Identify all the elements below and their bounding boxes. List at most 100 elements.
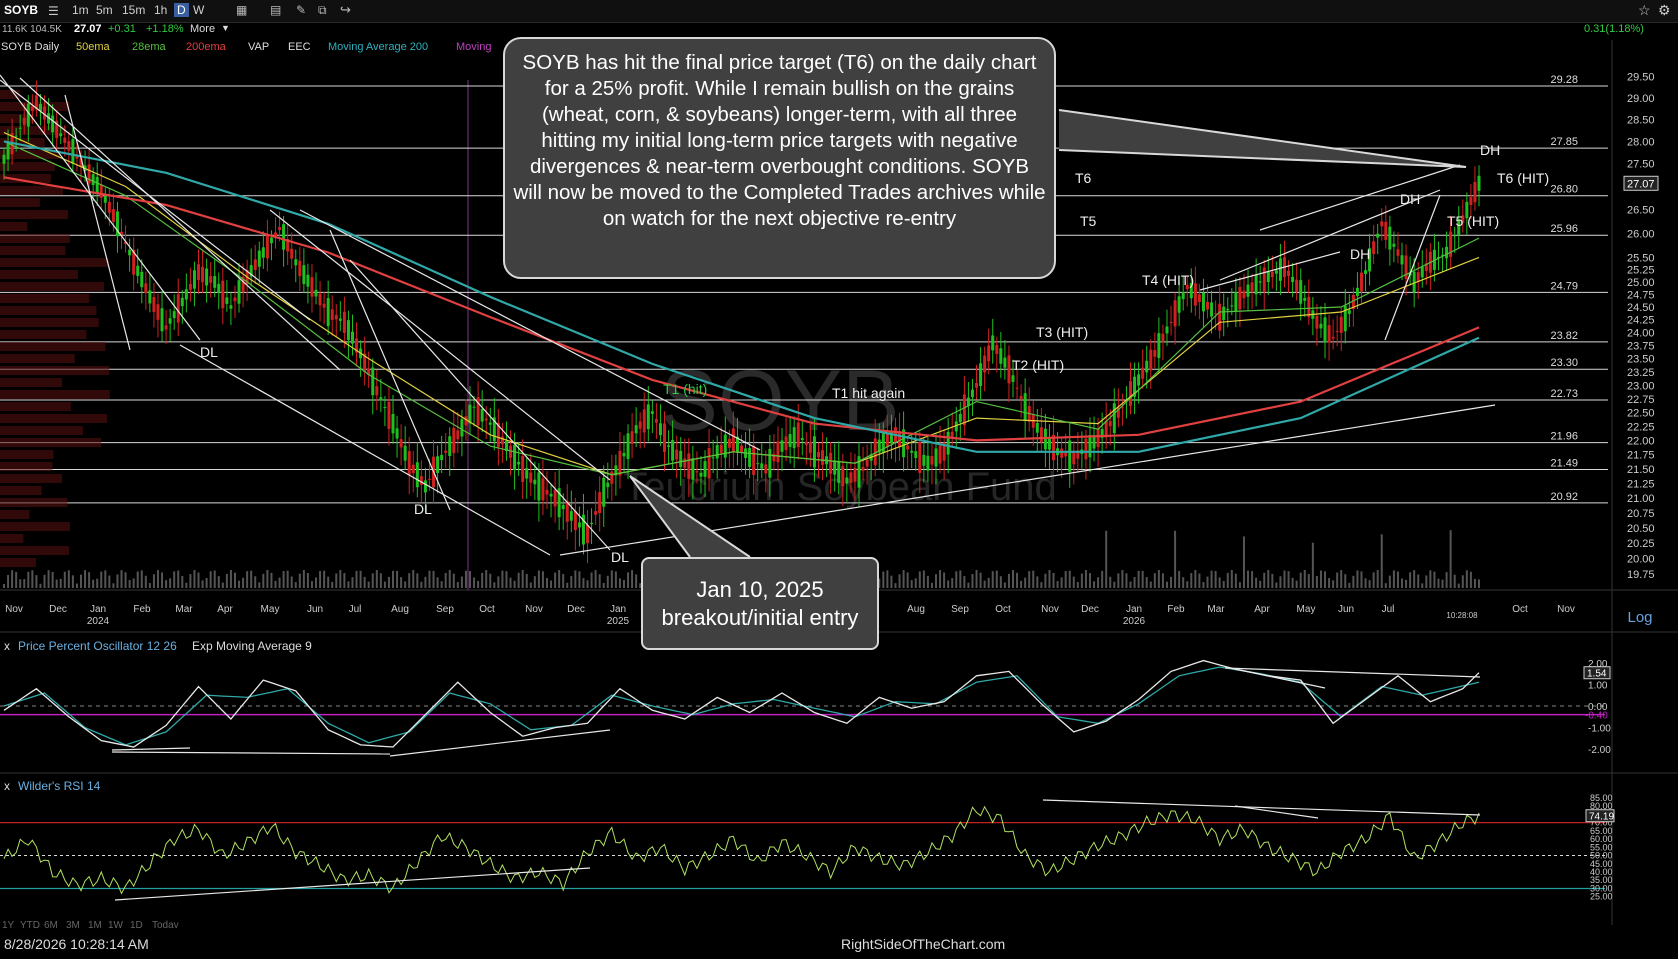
price-bar xyxy=(1201,292,1205,312)
x-tick-label: 2024 xyxy=(87,616,110,627)
footer-site: RightSideOfTheChart.com xyxy=(841,936,1006,952)
price-bar xyxy=(14,135,18,137)
volume-bar xyxy=(979,572,982,588)
volume-bar xyxy=(1036,576,1039,588)
price-bar xyxy=(618,450,622,476)
volume-bar xyxy=(525,573,528,588)
volume-bar xyxy=(598,574,601,588)
volume-bar xyxy=(1113,581,1116,588)
volume-bar xyxy=(1170,576,1173,588)
volume-bar xyxy=(205,578,208,588)
price-bar xyxy=(513,445,517,471)
price-bar xyxy=(561,504,565,510)
volume-bar xyxy=(266,570,269,588)
price-bar xyxy=(500,436,504,445)
volume-bar xyxy=(1287,571,1290,588)
price-bar xyxy=(1230,305,1234,307)
volume-bar xyxy=(412,570,415,588)
volume-bar xyxy=(189,574,192,588)
volume-bar xyxy=(132,578,135,588)
price-bar xyxy=(764,464,768,474)
y-tick-label: 21.75 xyxy=(1627,450,1655,462)
target-annotation: T6 (HIT) xyxy=(1497,170,1549,186)
price-bar xyxy=(622,452,626,457)
price-bar xyxy=(192,270,196,289)
target-annotation: DH xyxy=(1480,142,1500,158)
ppo-y-tick: 1.00 xyxy=(1588,680,1608,691)
y-tick-label: 27.50 xyxy=(1627,159,1655,171)
volume-bar xyxy=(302,570,305,588)
price-bar xyxy=(962,394,966,426)
price-bar xyxy=(480,409,484,422)
ppo-signal-title: Exp Moving Average 9 xyxy=(192,639,312,653)
price-bar xyxy=(1149,349,1153,371)
price-bar xyxy=(176,294,180,323)
volume-bar xyxy=(88,572,91,588)
price-bar xyxy=(914,451,918,458)
volume-bar xyxy=(23,579,26,588)
price-bar xyxy=(1064,452,1068,457)
volume-bar xyxy=(213,570,216,588)
price-bar xyxy=(573,510,577,530)
volume-bar xyxy=(1267,570,1270,588)
volume-bar xyxy=(209,571,212,588)
price-bar xyxy=(346,320,350,340)
price-bar xyxy=(111,209,115,222)
watermark-symbol: SOYB xyxy=(661,353,900,449)
price-bar xyxy=(310,277,314,297)
y-tick-label: 26.00 xyxy=(1627,228,1655,240)
volume-bar xyxy=(550,580,553,588)
volume-bar xyxy=(1109,576,1112,588)
volume-bar xyxy=(1360,571,1363,588)
volume-bar xyxy=(1291,577,1294,588)
volume-bar xyxy=(537,570,540,588)
volume-bar xyxy=(951,578,954,588)
volume-bar xyxy=(1376,570,1379,588)
level-label: 23.82 xyxy=(1550,330,1578,342)
target-annotation: DL xyxy=(611,549,629,565)
price-bar xyxy=(816,451,820,458)
volume-bar xyxy=(67,570,70,588)
y-tick-label: 21.00 xyxy=(1627,493,1655,505)
y-tick-label: 24.25 xyxy=(1627,315,1655,327)
volume-bar xyxy=(1441,579,1444,588)
volume-bar xyxy=(1202,581,1205,588)
volume-bar xyxy=(1433,571,1436,588)
price-bar xyxy=(201,266,205,283)
price-bar xyxy=(427,478,431,480)
log-toggle: Log xyxy=(1627,609,1652,626)
price-bar xyxy=(675,449,679,460)
price-bar xyxy=(1327,325,1331,343)
level-label: 26.80 xyxy=(1550,184,1578,196)
price-bar xyxy=(1011,375,1015,382)
price-bar xyxy=(1295,279,1299,292)
target-annotation: DL xyxy=(200,344,218,360)
x-tick-label: Nov xyxy=(525,604,543,615)
price-bar xyxy=(107,202,111,213)
price-bar xyxy=(529,472,533,483)
volume-bar xyxy=(444,573,447,588)
volume-bar xyxy=(84,570,87,588)
volume-bar xyxy=(104,570,107,588)
price-bar xyxy=(979,363,983,386)
volume-bar xyxy=(469,571,472,588)
target-annotation: T5 (HIT) xyxy=(1447,213,1499,229)
volume-bar xyxy=(436,577,439,588)
volume-bar xyxy=(894,583,897,588)
price-bar xyxy=(849,472,853,483)
price-bar xyxy=(269,237,273,244)
volume-bar xyxy=(1275,582,1278,588)
price-bar xyxy=(687,453,691,479)
volume-bar xyxy=(1251,571,1254,588)
vap-bar xyxy=(0,282,104,291)
price-bar xyxy=(861,466,865,471)
volume-bar xyxy=(306,572,309,588)
price-bar xyxy=(30,106,34,111)
target-annotation: T6 xyxy=(1075,170,1092,186)
volume-bar xyxy=(169,578,172,588)
volume-bar xyxy=(1072,576,1075,588)
price-bar xyxy=(1246,284,1250,297)
volume-bar xyxy=(1052,572,1055,588)
volume-bar xyxy=(1303,570,1306,588)
price-bar xyxy=(334,314,338,320)
